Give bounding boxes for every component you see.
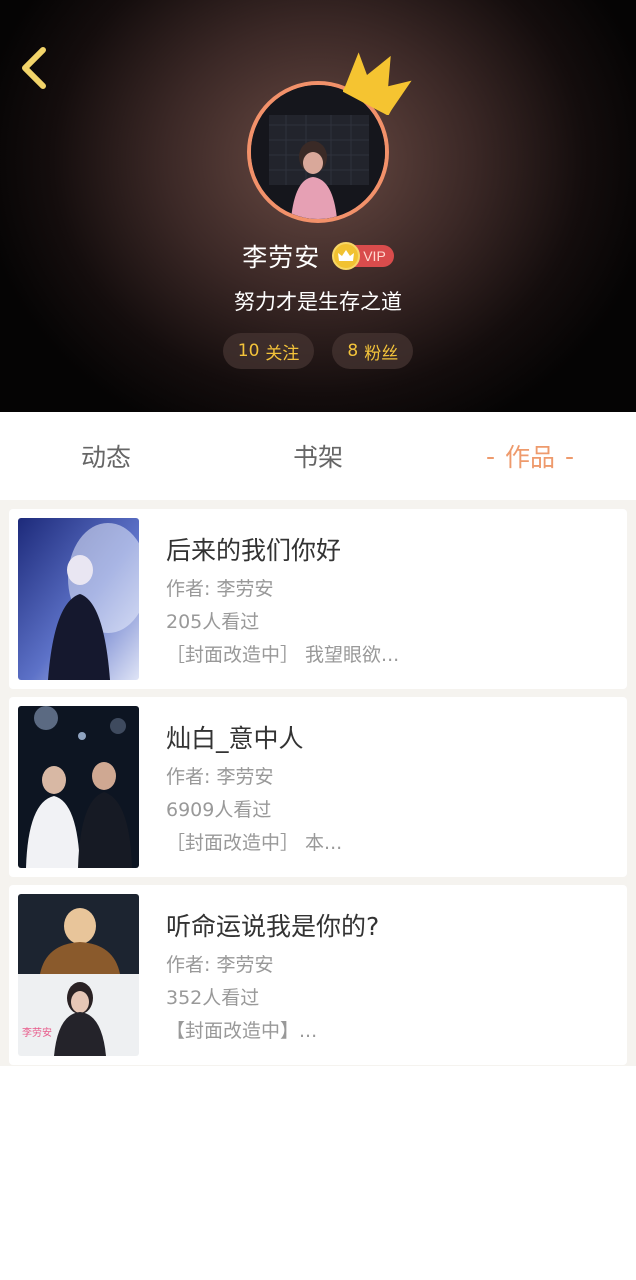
tab-activity[interactable]: 动态 [0,412,212,500]
avatar-container [247,52,412,223]
fans-label: 粉丝 [364,343,399,364]
username-row: 李劳安 VIP [0,236,636,276]
tab-label: 动态 [80,443,131,472]
work-views: 205人看过 [166,611,260,633]
work-card[interactable]: 李劳安 听命运说我是你的? 作者: 李劳安 352人看过 【封面改造中】... [9,885,627,1065]
tab-dash-left: - [485,441,495,471]
vip-badge[interactable]: VIP [332,242,394,270]
work-description: 【封面改造中】... [166,1020,318,1042]
work-card[interactable]: 灿白_意中人 作者: 李劳安 6909人看过 ［封面改造中］ 本... [9,697,627,877]
vip-crown-icon [332,242,361,270]
work-author: 作者: 李劳安 [166,766,274,788]
following-label: 关注 [265,343,300,364]
chevron-left-icon [22,47,46,89]
work-card[interactable]: 后来的我们你好 作者: 李劳安 205人看过 ［封面改造中］ 我望眼欲... [9,509,627,689]
work-cover: 李劳安 [18,894,139,1056]
tab-bar: 动态 书架 - 作品 - [0,412,636,500]
tab-bookshelf[interactable]: 书架 [212,412,424,500]
profile-header: 李劳安 VIP 努力才是生存之道 10 关注 8 粉丝 [0,0,636,412]
back-button[interactable] [12,42,56,94]
profile-motto: 努力才是生存之道 [234,290,402,314]
work-cover [18,706,139,868]
tab-label: 书架 [292,443,343,472]
following-button[interactable]: 10 关注 [222,333,315,369]
works-list: 后来的我们你好 作者: 李劳安 205人看过 ［封面改造中］ 我望眼欲... 灿… [0,500,636,1066]
work-title: 后来的我们你好 [166,536,342,565]
work-description: ［封面改造中］ 我望眼欲... [166,644,400,666]
cover-watermark: 李劳安 [22,1026,52,1039]
work-views: 6909人看过 [166,799,272,821]
crown-icon [343,52,412,115]
work-author: 作者: 李劳安 [166,954,274,976]
work-cover [18,518,139,680]
empty-area [0,1066,636,1280]
work-title: 听命运说我是你的? [166,912,380,941]
work-description: ［封面改造中］ 本... [166,832,343,854]
tab-dash-right: - [565,441,575,471]
profile-page: 李劳安 VIP 努力才是生存之道 10 关注 8 粉丝 动态 书架 - 作品 -… [0,0,636,1280]
work-views: 352人看过 [166,987,260,1009]
fans-count: 8 [347,341,359,361]
following-count: 10 [237,341,260,361]
tab-label: 作品 [504,443,555,472]
profile-stats: 10 关注 8 粉丝 [0,333,636,369]
vip-label: VIP [363,248,386,264]
work-author: 作者: 李劳安 [166,578,274,600]
username: 李劳安 [242,243,321,272]
work-title: 灿白_意中人 [166,724,304,753]
fans-button[interactable]: 8 粉丝 [332,333,414,369]
tab-works[interactable]: - 作品 - [424,412,636,500]
